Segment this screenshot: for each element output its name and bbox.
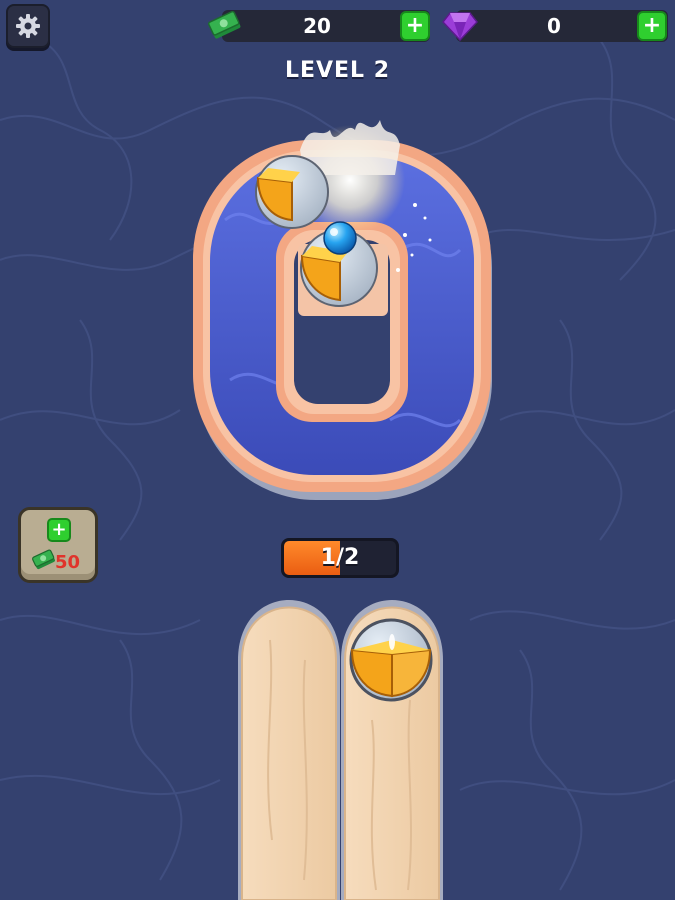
blue-marble[interactable] bbox=[323, 221, 357, 255]
level-progress-bar: 1/2 bbox=[281, 538, 399, 578]
cheese-ball-queued[interactable] bbox=[349, 618, 433, 702]
progress-text: 1/2 bbox=[320, 545, 360, 570]
booster-price: 50 bbox=[55, 552, 81, 573]
cheese-ball-1[interactable] bbox=[255, 155, 329, 229]
plus-icon: + bbox=[47, 518, 71, 542]
launch-lane-left bbox=[238, 600, 340, 900]
game-board bbox=[193, 120, 492, 900]
cash-stack-icon bbox=[32, 549, 55, 570]
booster-buy-button[interactable]: + 50 bbox=[18, 507, 98, 583]
